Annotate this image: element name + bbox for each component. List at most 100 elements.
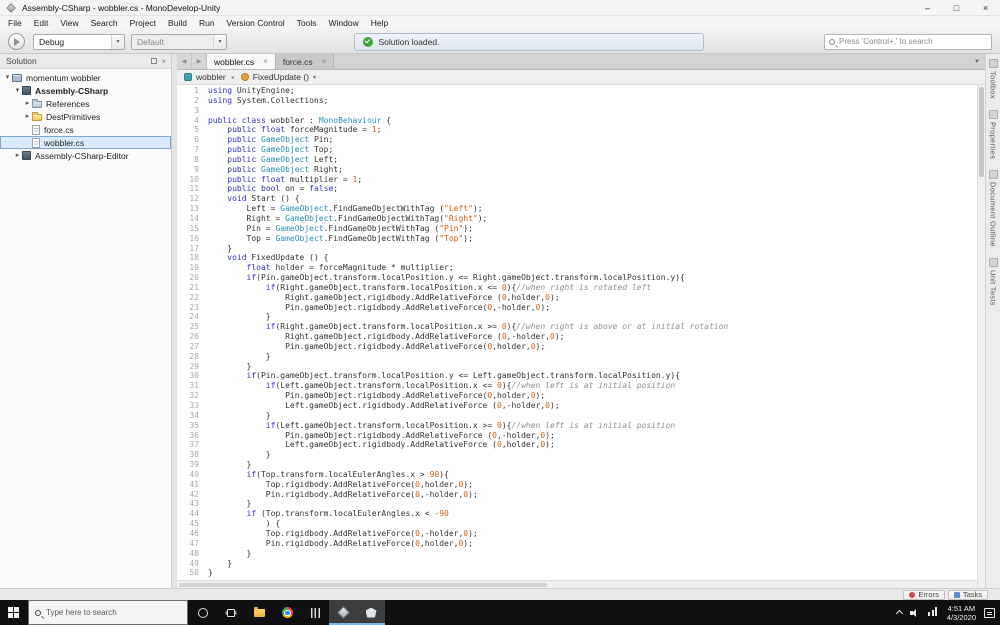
horizontal-scrollbar[interactable] — [177, 580, 977, 588]
code-line[interactable]: 47 Pin.rigidbody.AddRelativeForce(0,hold… — [177, 539, 977, 549]
tree-item-wobbler-cs[interactable]: wobbler.cs — [0, 136, 171, 149]
code-line[interactable]: 22 Right.gameObject.rigidbody.AddRelativ… — [177, 293, 977, 303]
minimize-button[interactable]: – — [913, 0, 942, 15]
cortana-button[interactable] — [189, 600, 217, 625]
monodevelop-button[interactable] — [329, 600, 357, 625]
tab-wobbler-cs[interactable]: wobbler.cs × — [207, 54, 276, 69]
tab-close-icon[interactable]: × — [322, 57, 327, 66]
line-number[interactable]: 5 — [177, 125, 199, 135]
code-line[interactable]: 15 Pin = GameObject.FindGameObjectWithTa… — [177, 224, 977, 234]
tree-item-force-cs[interactable]: force.cs — [0, 123, 171, 136]
line-number[interactable]: 7 — [177, 145, 199, 155]
tab-nav-back-icon[interactable]: ◀ — [177, 54, 192, 69]
code-line[interactable]: 7 public GameObject Top; — [177, 145, 977, 155]
line-number[interactable]: 28 — [177, 352, 199, 362]
code-line[interactable]: 9 public GameObject Right; — [177, 165, 977, 175]
code-line[interactable]: 25 if(Right.gameObject.transform.localPo… — [177, 322, 977, 332]
taskbar-clock[interactable]: 4:51 AM 4/3/2020 — [947, 604, 976, 622]
code-line[interactable]: 20 if(Pin.gameObject.transform.localPosi… — [177, 273, 977, 283]
line-number[interactable]: 17 — [177, 244, 199, 254]
code-line[interactable]: 12 void Start () { — [177, 194, 977, 204]
code-line[interactable]: 48 } — [177, 549, 977, 559]
menu-version-control[interactable]: Version Control — [221, 18, 291, 28]
line-number[interactable]: 37 — [177, 440, 199, 450]
line-number[interactable]: 30 — [177, 371, 199, 381]
tray-expand-icon[interactable] — [895, 609, 903, 618]
line-number[interactable]: 40 — [177, 470, 199, 480]
code-line[interactable]: 26 Right.gameObject.rigidbody.AddRelativ… — [177, 332, 977, 342]
tab-force-cs[interactable]: force.cs × — [275, 54, 335, 69]
expander-icon[interactable]: ▸ — [23, 97, 32, 110]
code-line[interactable]: 39 } — [177, 460, 977, 470]
line-number[interactable]: 6 — [177, 135, 199, 145]
line-number[interactable]: 20 — [177, 273, 199, 283]
code-line[interactable]: 50} — [177, 568, 977, 578]
vertical-scrollbar[interactable] — [977, 85, 985, 588]
line-number[interactable]: 4 — [177, 116, 199, 126]
code-line[interactable]: 42 Pin.rigidbody.AddRelativeForce(0,-hol… — [177, 490, 977, 500]
code-line[interactable]: 23 Pin.gameObject.rigidbody.AddRelativeF… — [177, 303, 977, 313]
line-number[interactable]: 19 — [177, 263, 199, 273]
line-number[interactable]: 50 — [177, 568, 199, 578]
code-line[interactable]: 16 Top = GameObject.FindGameObjectWithTa… — [177, 234, 977, 244]
line-number[interactable]: 43 — [177, 499, 199, 509]
tree-item-destprimitives[interactable]: ▸ DestPrimitives — [0, 110, 171, 123]
code-line[interactable]: 8 public GameObject Left; — [177, 155, 977, 165]
chrome-button[interactable] — [273, 600, 301, 625]
maximize-button[interactable]: □ — [942, 0, 971, 15]
tree-item-assembly-csharp-editor[interactable]: ▸ Assembly-CSharp-Editor — [0, 149, 171, 162]
line-number[interactable]: 34 — [177, 411, 199, 421]
line-number[interactable]: 2 — [177, 96, 199, 106]
line-number[interactable]: 15 — [177, 224, 199, 234]
code-line[interactable]: 2 using System.Collections; — [177, 96, 977, 106]
tree-item-references[interactable]: ▸ References — [0, 97, 171, 110]
line-number[interactable]: 18 — [177, 253, 199, 263]
pad-close-icon[interactable]: × — [161, 57, 166, 66]
line-number[interactable]: 35 — [177, 421, 199, 431]
code-line[interactable]: 46 Top.rigidbody.AddRelativeForce(0,-hol… — [177, 529, 977, 539]
line-number[interactable]: 14 — [177, 214, 199, 224]
line-number[interactable]: 33 — [177, 401, 199, 411]
code-line[interactable]: 24 } — [177, 312, 977, 322]
line-number[interactable]: 39 — [177, 460, 199, 470]
code-editor[interactable]: 1 using UnityEngine; 2 using System.Collect… — [177, 85, 985, 588]
task-view-button[interactable] — [217, 600, 245, 625]
line-number[interactable]: 21 — [177, 283, 199, 293]
close-button[interactable]: × — [971, 0, 1000, 15]
line-number[interactable]: 23 — [177, 303, 199, 313]
code-line[interactable]: 41 Top.rigidbody.AddRelativeForce(0,hold… — [177, 480, 977, 490]
line-number[interactable]: 11 — [177, 184, 199, 194]
network-icon[interactable] — [928, 606, 938, 616]
menu-search[interactable]: Search — [85, 18, 124, 28]
code-line[interactable]: 4 public class wobbler : MonoBehaviour { — [177, 116, 977, 126]
start-button[interactable] — [0, 600, 27, 625]
line-number[interactable]: 36 — [177, 431, 199, 441]
line-number[interactable]: 3 — [177, 106, 199, 116]
code-line[interactable]: 28 } — [177, 352, 977, 362]
platform-select[interactable]: Default ▾ — [131, 33, 227, 50]
code-line[interactable]: 38 } — [177, 450, 977, 460]
autohide-pin-icon[interactable] — [151, 58, 158, 64]
code-line[interactable]: 49 } — [177, 559, 977, 569]
breadcrumb-member[interactable]: FixedUpdate () — [253, 72, 309, 82]
menu-tools[interactable]: Tools — [291, 18, 323, 28]
dock-tab-toolbox[interactable]: Toolbox — [988, 59, 998, 99]
bottom-tab-errors[interactable]: Errors — [903, 589, 945, 600]
line-number[interactable]: 13 — [177, 204, 199, 214]
line-number[interactable]: 1 — [177, 86, 199, 96]
expander-icon[interactable]: ▸ — [13, 149, 22, 162]
code-line[interactable]: 19 float holder = forceMagnitude * multi… — [177, 263, 977, 273]
run-button[interactable] — [8, 33, 25, 50]
code-line[interactable]: 21 if(Right.gameObject.transform.localPo… — [177, 283, 977, 293]
code-line[interactable]: 6 public GameObject Pin; — [177, 135, 977, 145]
vertical-scrollbar-thumb[interactable] — [979, 87, 984, 177]
dock-tab-document-outline[interactable]: Document Outline — [988, 170, 998, 247]
action-center-icon[interactable] — [984, 607, 995, 618]
menu-file[interactable]: File — [2, 18, 28, 28]
menu-window[interactable]: Window — [323, 18, 365, 28]
expander-icon[interactable]: ▾ — [3, 71, 12, 84]
code-line[interactable]: 29 } — [177, 362, 977, 372]
code-line[interactable]: 34 } — [177, 411, 977, 421]
code-line[interactable]: 36 Pin.gameObject.rigidbody.AddRelativeF… — [177, 431, 977, 441]
menu-build[interactable]: Build — [162, 18, 193, 28]
